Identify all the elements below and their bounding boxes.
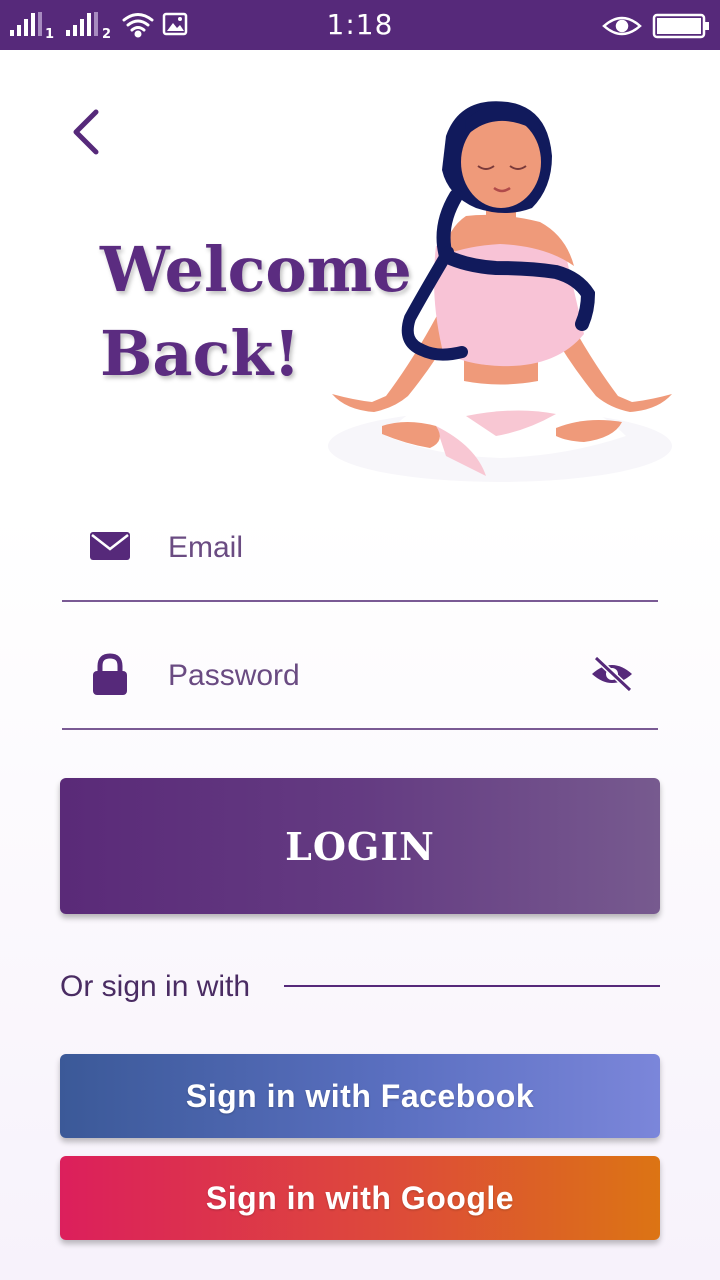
facebook-sign-in-button[interactable]: Sign in with Facebook [60, 1054, 660, 1138]
eye-off-icon[interactable] [590, 654, 634, 694]
password-input[interactable] [166, 650, 570, 702]
envelope-icon [90, 532, 130, 560]
or-divider-row: Or sign in with [60, 966, 660, 1010]
status-bar: 1 2 1:18 [0, 0, 720, 50]
login-button[interactable]: LOGIN [60, 778, 660, 914]
email-field [62, 500, 658, 602]
password-field [62, 628, 658, 730]
status-right-icons [602, 13, 709, 39]
battery-icon [652, 13, 709, 39]
lock-icon [93, 653, 127, 695]
eye-icon [602, 16, 642, 36]
google-sign-in-button[interactable]: Sign in with Google [60, 1156, 660, 1240]
back-button[interactable] [64, 104, 112, 160]
or-sign-in-label: Or sign in with [60, 970, 251, 1003]
title-line-2: Back! [100, 317, 301, 390]
meditating-woman-illustration [328, 101, 672, 482]
email-input[interactable] [166, 522, 570, 574]
chevron-left-icon [73, 109, 99, 155]
divider-line [284, 985, 660, 987]
